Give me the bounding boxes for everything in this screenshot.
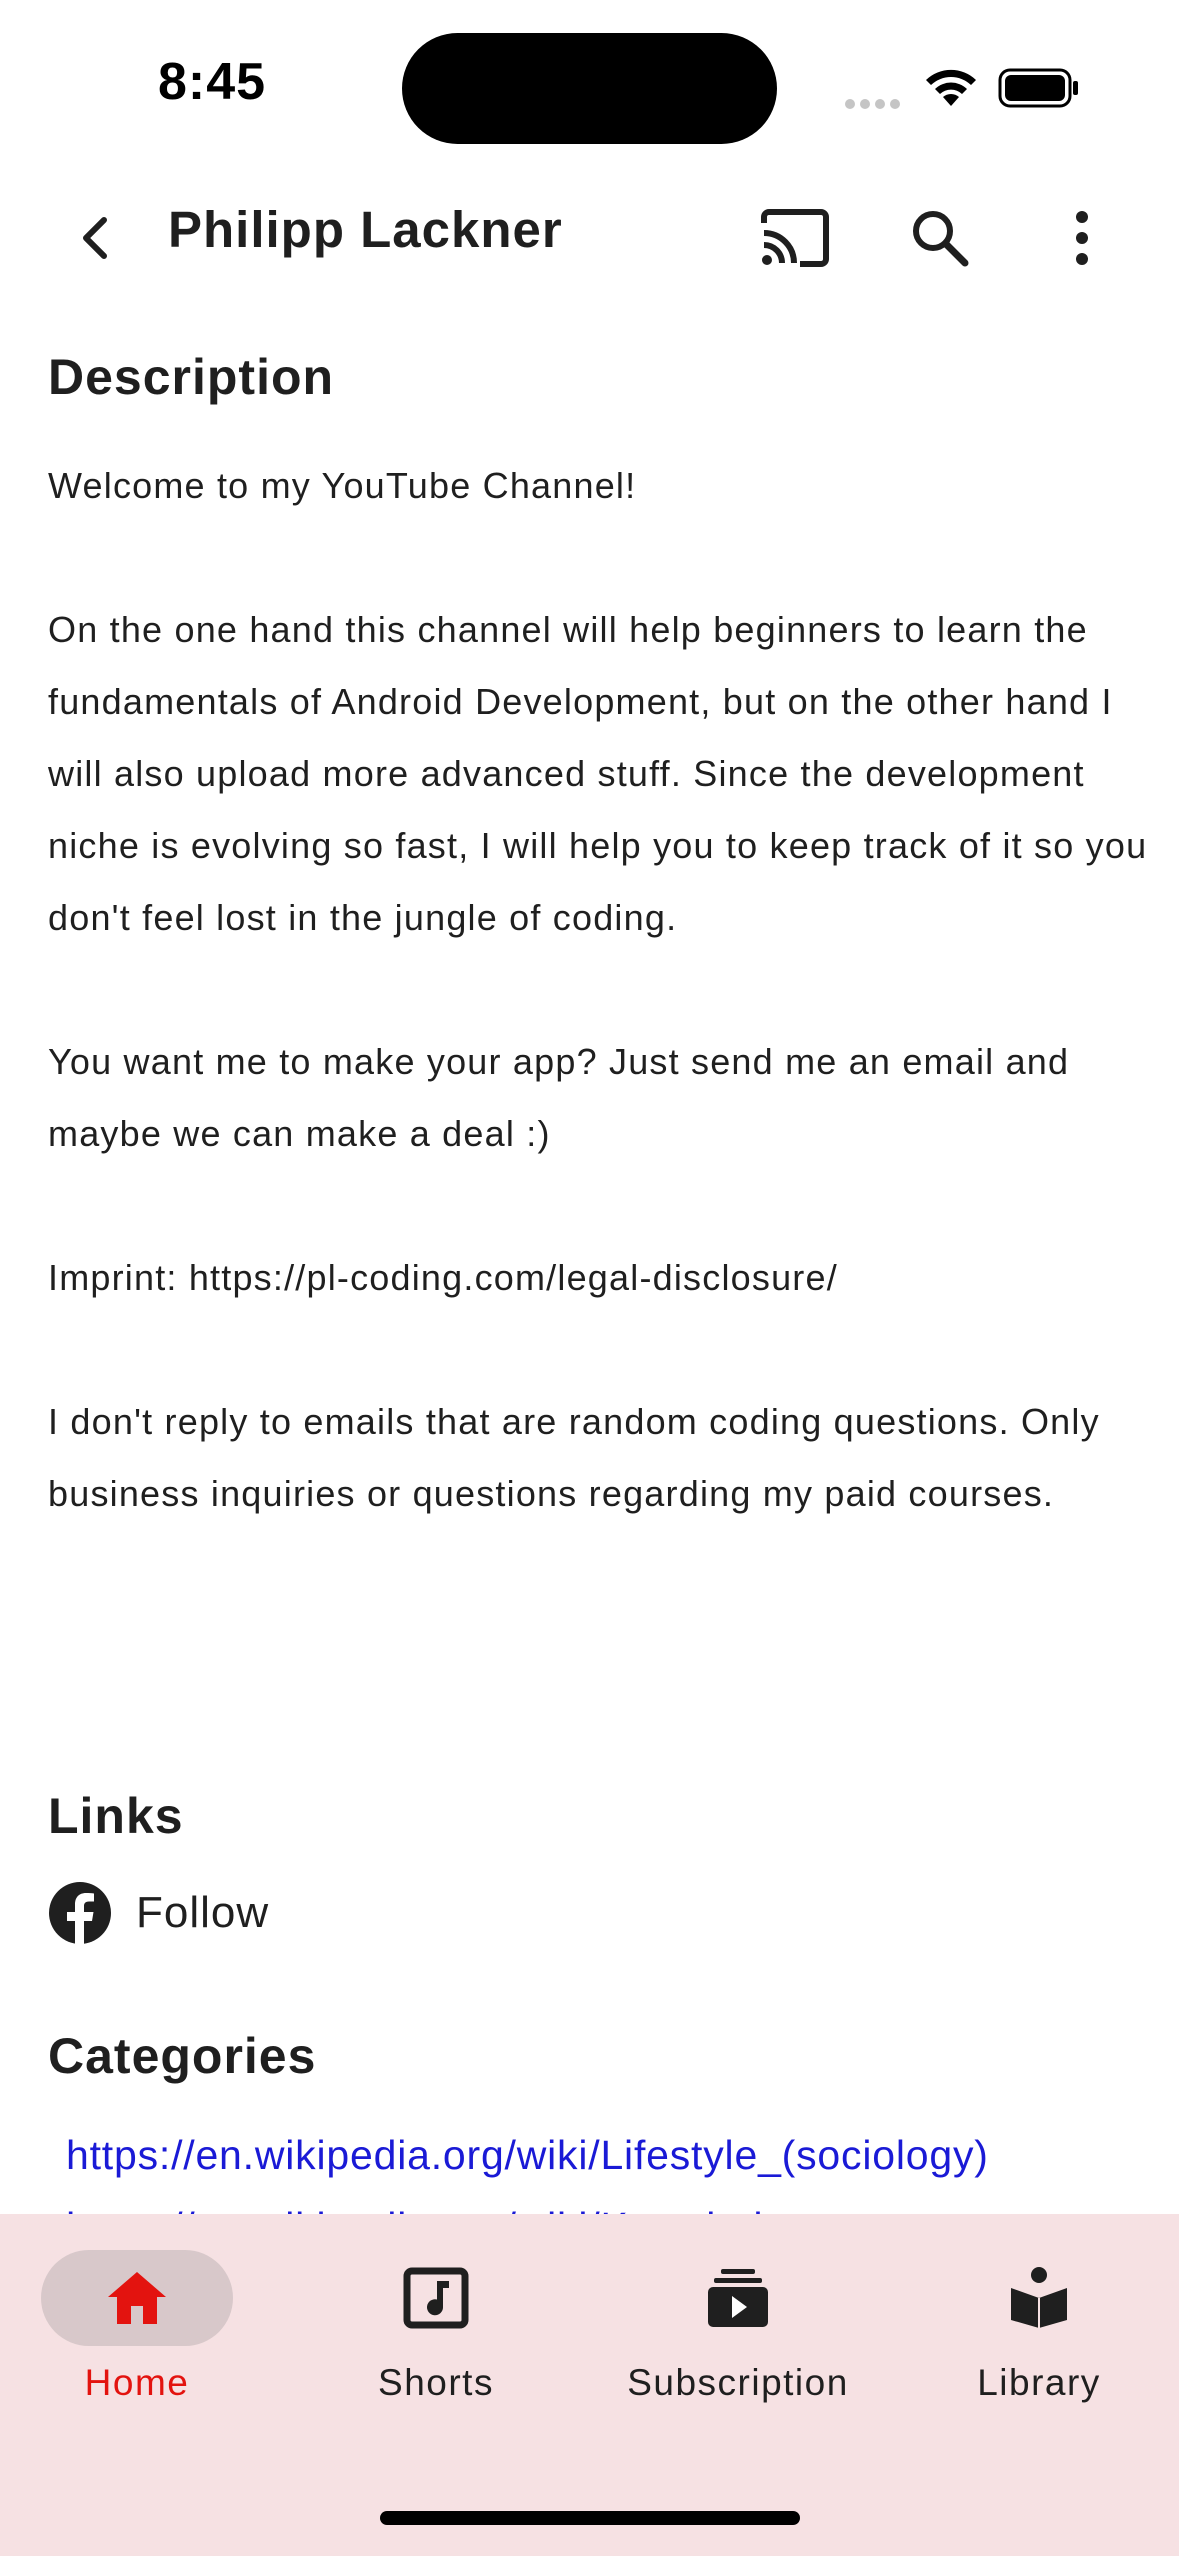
category-link[interactable]: https://en.wikipedia.org/wiki/Lifestyle_… bbox=[66, 2132, 989, 2179]
back-arrow-icon bbox=[83, 217, 107, 259]
nav-item-shorts[interactable]: Shorts bbox=[340, 2250, 532, 2420]
page-title: Philipp Lackner bbox=[168, 201, 563, 258]
app-bar: Philipp Lackner bbox=[0, 170, 1179, 350]
categories-heading: Categories bbox=[48, 2028, 317, 2084]
more-vert-icon bbox=[1076, 211, 1088, 265]
links-heading: Links bbox=[48, 1788, 184, 1844]
back-button[interactable] bbox=[60, 188, 130, 288]
search-icon bbox=[913, 211, 969, 267]
nav-item-home[interactable]: Home bbox=[41, 2250, 233, 2420]
nav-label-subscription: Subscription bbox=[627, 2362, 849, 2403]
follow-label: Follow bbox=[136, 1888, 270, 1937]
subscription-icon bbox=[708, 2269, 768, 2327]
status-bar: 8:45 bbox=[0, 0, 1179, 170]
shorts-icon bbox=[403, 2267, 469, 2329]
search-button[interactable] bbox=[900, 188, 980, 288]
cast-icon bbox=[761, 209, 829, 267]
battery-icon bbox=[998, 68, 1078, 108]
home-icon bbox=[108, 2272, 166, 2324]
nav-label-library: Library bbox=[977, 2362, 1101, 2403]
description-heading: Description bbox=[48, 349, 335, 405]
facebook-icon bbox=[49, 1882, 111, 1945]
facebook-follow-link[interactable]: Follow bbox=[48, 1878, 269, 1948]
nav-label-home: Home bbox=[84, 2362, 190, 2403]
cellular-signal-icon bbox=[845, 96, 905, 114]
library-icon bbox=[1011, 2267, 1067, 2328]
status-time: 8:45 bbox=[158, 53, 267, 111]
home-indicator bbox=[380, 2511, 800, 2525]
dynamic-island bbox=[402, 33, 777, 144]
nav-item-library[interactable]: Library bbox=[943, 2250, 1135, 2420]
description-text: Welcome to my YouTube Channel! On the on… bbox=[48, 465, 1148, 1514]
more-options-button[interactable] bbox=[1042, 188, 1122, 288]
bottom-navigation: Home Shorts Subscription Library bbox=[0, 2214, 1179, 2556]
nav-label-shorts: Shorts bbox=[378, 2362, 494, 2403]
nav-item-home-indicator bbox=[41, 2250, 233, 2346]
cast-button[interactable] bbox=[755, 188, 835, 288]
wifi-icon bbox=[926, 69, 976, 106]
nav-item-subscription[interactable]: Subscription bbox=[598, 2250, 878, 2420]
